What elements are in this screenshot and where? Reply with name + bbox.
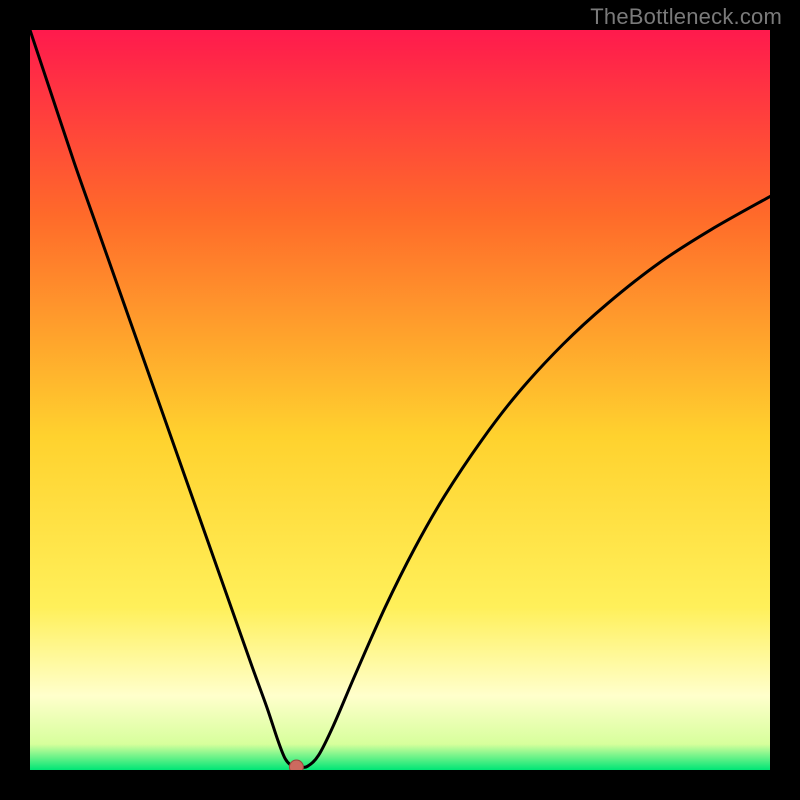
bottleneck-chart xyxy=(30,30,770,770)
watermark-text: TheBottleneck.com xyxy=(590,4,782,30)
plot-area xyxy=(30,30,770,770)
gradient-background xyxy=(30,30,770,770)
optimal-point-marker xyxy=(289,760,303,770)
chart-frame: TheBottleneck.com xyxy=(0,0,800,800)
